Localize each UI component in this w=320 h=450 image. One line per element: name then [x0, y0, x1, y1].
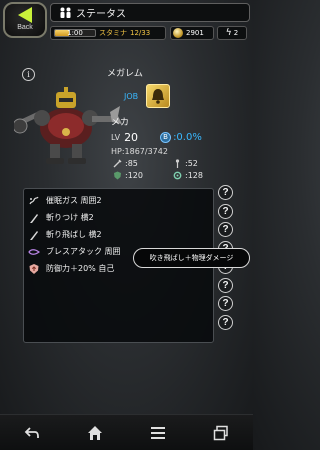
skill-item[interactable]: 斬りつけ 横2 [24, 209, 213, 226]
character-sprite [14, 87, 122, 164]
breath-icon [28, 248, 40, 255]
skill-item[interactable]: 斬り飛ばし 横2 [24, 226, 213, 243]
stamina-bar: 1:00 [54, 29, 96, 37]
page-title: ステータス [76, 9, 126, 20]
title-panel: ステータス [50, 3, 250, 22]
menu-icon [151, 426, 166, 439]
gear-icon [173, 171, 182, 180]
level-value: 20 [124, 131, 139, 144]
skill-label: 防御力＋20% 自己 [46, 264, 115, 273]
defense-value: :120 [125, 171, 143, 180]
lightning-icon: ϟ [225, 28, 232, 38]
shield-up-icon [29, 263, 39, 274]
help-button[interactable]: ? [218, 222, 233, 237]
job-label: JOB [124, 92, 139, 101]
crit-value: :0.0% [173, 132, 202, 143]
nav-back-button[interactable] [12, 419, 52, 447]
skill-label: 斬り飛ばし 横2 [46, 230, 102, 239]
bolt-value: 2 [233, 29, 239, 37]
back-label: Back [17, 24, 33, 31]
bottom-nav [0, 414, 253, 450]
character-name: メガレム [107, 69, 143, 79]
stamina-box: 1:00 スタミナ 12/33 [50, 26, 166, 40]
magic-value: :52 [185, 159, 198, 168]
help-button[interactable]: ? [218, 314, 233, 330]
coin-value: 2901 [186, 29, 204, 37]
status-row: 1:00 スタミナ 12/33 2901 ϟ 2 [50, 25, 250, 41]
blade-icon [30, 230, 38, 240]
defense-stat: :120 [113, 171, 173, 180]
back-arrow-icon [24, 426, 39, 438]
help-button[interactable]: ? [218, 185, 233, 200]
stats-panel: メカ LV 20 B :0.0% HP:1867/3742 :85 :52 :1… [111, 115, 246, 180]
help-button[interactable]: ? [218, 296, 233, 311]
bell-job-icon [152, 89, 164, 104]
resist-value: :128 [185, 171, 203, 180]
bolt-counter: ϟ 2 [217, 26, 247, 40]
stamina-timer: 1:00 [67, 29, 83, 37]
attack-stat: :85 [113, 159, 173, 168]
back-arrow-icon [18, 7, 32, 23]
resist-stat: :128 [173, 171, 233, 180]
coin-icon [173, 28, 183, 38]
gas-icon [29, 196, 39, 204]
stamina-label: スタミナ [99, 29, 127, 37]
coin-counter: 2901 [170, 26, 214, 40]
skill-label: ブレスアタック 周囲 [46, 247, 121, 256]
home-icon [87, 425, 102, 440]
crit-stat: B :0.0% [160, 132, 202, 143]
blade-icon [30, 213, 38, 223]
shield-icon [114, 171, 121, 180]
nav-home-button[interactable] [75, 419, 115, 447]
skill-label: 斬りつけ 横2 [46, 213, 94, 222]
character-type: メカ [111, 118, 130, 128]
stat-grid: :85 :52 :120 :128 [111, 159, 246, 180]
skill-tooltip: 吹き飛ばし＋物理ダメージ [133, 248, 250, 268]
party-icon [60, 7, 71, 18]
help-button[interactable]: ? [218, 203, 233, 219]
nav-menu-button[interactable] [138, 419, 178, 447]
skill-label: 催眠ガス 周囲2 [46, 196, 102, 205]
crit-icon: B [160, 132, 172, 143]
windows-icon [214, 425, 229, 440]
skill-item[interactable]: 催眠ガス 周囲2 [24, 192, 213, 209]
staff-icon [175, 159, 180, 168]
back-button[interactable]: Back [3, 2, 47, 38]
level-row: LV 20 B :0.0% [111, 131, 246, 144]
level-label: LV [111, 133, 121, 142]
attack-value: :85 [125, 159, 138, 168]
hp-value: HP:1867/3742 [111, 147, 168, 156]
info-icon[interactable]: i [22, 68, 35, 81]
stamina-value: 12/33 [130, 29, 151, 37]
nav-windows-button[interactable] [201, 419, 241, 447]
help-button[interactable]: ? [218, 277, 233, 293]
magic-stat: :52 [173, 159, 233, 168]
sword-icon [113, 159, 122, 168]
job-badge[interactable] [146, 84, 170, 108]
